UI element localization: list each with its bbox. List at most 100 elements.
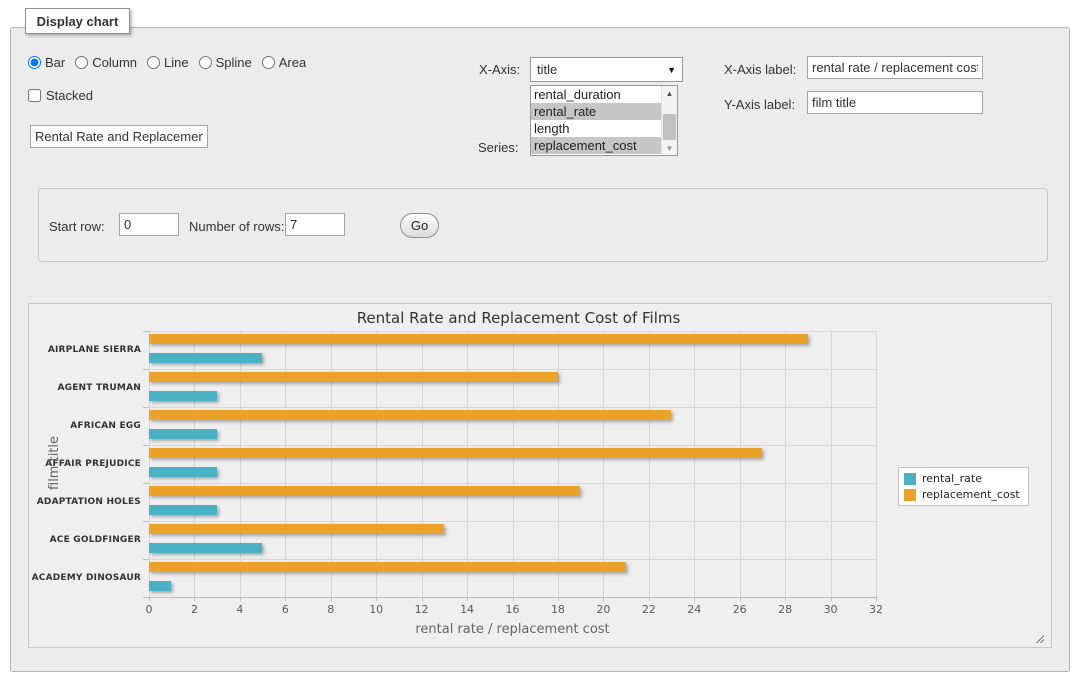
gridline-x-16 [513,331,514,597]
x-tick-label-0: 0 [146,603,153,616]
bar-replacement_cost-academy-dinosaur[interactable] [149,562,626,572]
radio-bar[interactable]: Bar [28,55,65,70]
x-tick-label-2: 2 [191,603,198,616]
bar-replacement_cost-affair-prejudice[interactable] [149,448,762,458]
y-axis-title: film title [47,436,62,490]
bar-rental_rate-adaptation-holes[interactable] [149,505,217,515]
series-option-length[interactable]: length [531,120,661,137]
gridline-x-0 [149,331,150,597]
chart-title-input[interactable] [30,125,208,148]
radio-area[interactable]: Area [262,55,306,70]
stacked-checkbox-row: Stacked [28,88,93,103]
start-row-label: Start row: [49,219,105,234]
bar-replacement_cost-agent-truman[interactable] [149,372,558,382]
y-axis-label-input[interactable] [807,91,983,114]
legend-item-replacement_cost[interactable]: replacement_cost [904,488,1020,501]
x-tick-label-10: 10 [369,603,383,616]
y-axis-label-label: Y-Axis label: [724,97,795,112]
radio-line-label[interactable]: Line [164,55,189,70]
chart-resize-handle[interactable] [1033,633,1044,643]
x-axis-select[interactable]: title ▼ [530,57,683,82]
bar-rental_rate-airplane-sierra[interactable] [149,353,262,363]
gridline-x-12 [422,331,423,597]
gridline-x-2 [194,331,195,597]
series-option-rental_rate[interactable]: rental_rate [531,103,661,120]
y-tick-6 [143,559,149,560]
start-row-input[interactable] [119,213,179,236]
series-options: rental_durationrental_ratelengthreplacem… [531,86,661,155]
radio-column[interactable]: Column [75,55,137,70]
bar-rental_rate-ace-goldfinger[interactable] [149,543,262,553]
gridline-y-1 [149,369,876,370]
x-axis-line [149,597,876,598]
gridline-x-4 [240,331,241,597]
gridline-x-26 [740,331,741,597]
gridline-y-0 [149,331,876,332]
fieldset-legend: Display chart [25,8,130,34]
x-tick-label-16: 16 [506,603,520,616]
scrollbar-thumb[interactable] [663,114,676,140]
legend-item-rental_rate[interactable]: rental_rate [904,472,1020,485]
series-option-replacement_cost[interactable]: replacement_cost [531,137,661,154]
y-tick-4 [143,483,149,484]
bar-rental_rate-agent-truman[interactable] [149,391,217,401]
radio-area-label[interactable]: Area [279,55,306,70]
y-tick-3 [143,445,149,446]
x-tick-label-24: 24 [687,603,701,616]
radio-spline[interactable]: Spline [199,55,252,70]
bar-replacement_cost-adaptation-holes[interactable] [149,486,580,496]
radio-spline-label[interactable]: Spline [216,55,252,70]
bar-rental_rate-african-egg[interactable] [149,429,217,439]
y-tick-0 [143,331,149,332]
radio-line-input[interactable] [147,56,160,69]
gridline-x-20 [603,331,604,597]
bar-replacement_cost-ace-goldfinger[interactable] [149,524,444,534]
category-label-4: ADAPTATION HOLES [37,497,141,507]
bar-rental_rate-academy-dinosaur[interactable] [149,581,171,591]
gridline-x-10 [376,331,377,597]
x-tick-32 [876,597,877,601]
x-tick-label-20: 20 [596,603,610,616]
gridline-x-6 [285,331,286,597]
gridline-x-28 [785,331,786,597]
stacked-label[interactable]: Stacked [46,88,93,103]
bar-rental_rate-affair-prejudice[interactable] [149,467,217,477]
x-tick-label-30: 30 [824,603,838,616]
radio-area-input[interactable] [262,56,275,69]
radio-bar-label[interactable]: Bar [45,55,65,70]
category-label-5: ACE GOLDFINGER [50,535,141,545]
series-listbox[interactable]: rental_durationrental_ratelengthreplacem… [530,85,678,156]
series-scrollbar[interactable]: ▲ ▼ [661,86,677,155]
radio-column-input[interactable] [75,56,88,69]
legend-label-rental_rate: rental_rate [922,472,982,485]
series-option-rental_duration[interactable]: rental_duration [531,86,661,103]
stacked-checkbox[interactable] [28,89,41,102]
category-label-0: AIRPLANE SIERRA [48,345,141,355]
x-axis-label-input[interactable] [807,56,983,79]
radio-spline-input[interactable] [199,56,212,69]
chart-title: Rental Rate and Replacement Cost of Film… [357,309,681,327]
bar-replacement_cost-airplane-sierra[interactable] [149,334,808,344]
gridline-y-3 [149,445,876,446]
category-label-6: ACADEMY DINOSAUR [32,573,141,583]
scroll-up-icon[interactable]: ▲ [662,86,677,100]
scroll-down-icon[interactable]: ▼ [662,141,677,155]
radio-column-label[interactable]: Column [92,55,137,70]
x-tick-label-4: 4 [236,603,243,616]
bar-replacement_cost-african-egg[interactable] [149,410,671,420]
gridline-y-2 [149,407,876,408]
chevron-down-icon: ▼ [667,65,676,75]
x-tick-label-18: 18 [551,603,565,616]
number-of-rows-input[interactable] [285,213,345,236]
gridline-x-18 [558,331,559,597]
x-tick-label-12: 12 [415,603,429,616]
radio-line[interactable]: Line [147,55,189,70]
go-button[interactable]: Go [400,213,439,238]
radio-bar-input[interactable] [28,56,41,69]
x-tick-label-22: 22 [642,603,656,616]
legend-swatch-rental_rate [904,473,916,485]
x-tick-label-14: 14 [460,603,474,616]
legend-swatch-replacement_cost [904,489,916,501]
x-tick-label-32: 32 [869,603,883,616]
x-axis-label-label: X-Axis label: [724,62,796,77]
